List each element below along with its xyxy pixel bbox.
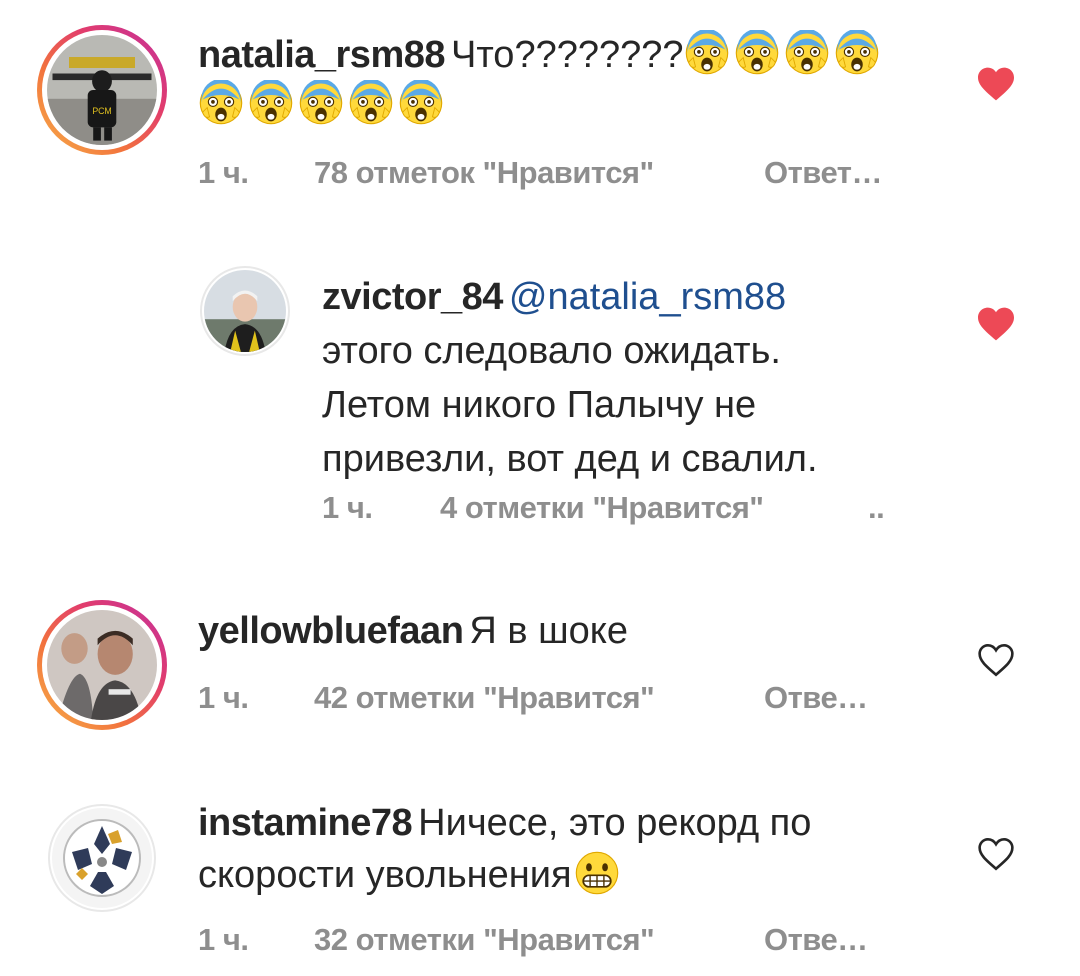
timestamp: 1 ч.	[322, 490, 373, 525]
comment-meta: 1 ч. 32 отметки "Нравится" Отве…	[198, 922, 938, 962]
fearful-scream-emoji	[684, 30, 730, 76]
comment-text: Что????????	[451, 34, 684, 76]
reply-button[interactable]: Отве…	[764, 922, 868, 958]
avatar-natalia[interactable]: РСМ	[37, 25, 167, 155]
likes-count[interactable]: 42 отметки "Нравится"	[314, 680, 655, 716]
comment-body: natalia_rsm88 Что????????	[198, 30, 938, 130]
reply-button[interactable]: Ответ…	[764, 155, 882, 191]
avatar-zvictor[interactable]	[200, 266, 290, 356]
comment-meta: 1 ч. 4 отметки "Нравится" ..	[322, 490, 902, 530]
avatar-instamine[interactable]	[48, 804, 156, 912]
mention-link[interactable]: @natalia_rsm88	[509, 276, 786, 318]
timestamp: 1 ч.	[198, 155, 249, 190]
heart-outline-icon	[978, 643, 1014, 677]
likes-count[interactable]: 4 отметки "Нравится"	[440, 490, 764, 526]
heart-filled-icon	[978, 307, 1014, 341]
reply-button[interactable]: ..	[868, 490, 885, 526]
likes-count[interactable]: 78 отметок "Нравится"	[314, 155, 654, 191]
comment-text: скорости увольнения	[198, 854, 572, 896]
fearful-scream-emoji	[834, 30, 880, 76]
username[interactable]: natalia_rsm88	[198, 34, 446, 76]
fearful-scream-emoji	[198, 80, 244, 126]
username[interactable]: instamine78	[198, 802, 413, 844]
comment-text: Я в шоке	[469, 610, 628, 652]
timestamp: 1 ч.	[198, 922, 249, 957]
comment-line: Летом никого Палычу не	[322, 384, 757, 426]
username[interactable]: zvictor_84	[322, 276, 503, 318]
timestamp: 1 ч.	[198, 680, 249, 715]
comment-zvictor: zvictor_84 @natalia_rsm88 этого следовало…	[0, 250, 1080, 550]
comment-text: Ничесе, это рекорд по	[418, 802, 812, 844]
comment-meta: 1 ч. 42 отметки "Нравится" Отве…	[198, 680, 938, 720]
fearful-scream-emoji	[348, 80, 394, 126]
heart-filled-icon	[978, 67, 1014, 101]
profile-photo	[52, 808, 152, 908]
likes-count[interactable]: 32 отметки "Нравится"	[314, 922, 655, 958]
fearful-scream-emoji	[298, 80, 344, 126]
fearful-scream-emoji	[398, 80, 444, 126]
heart-outline-icon	[978, 837, 1014, 871]
profile-photo	[204, 270, 286, 352]
like-button[interactable]	[976, 642, 1016, 678]
avatar-yellowbluefaan[interactable]	[37, 600, 167, 730]
grimacing-face-emoji	[574, 850, 620, 896]
profile-photo	[47, 610, 157, 720]
username[interactable]: yellowbluefaan	[198, 610, 464, 652]
svg-text:РСМ: РСМ	[92, 106, 111, 116]
comment-yellowbluefaan: yellowbluefaan Я в шоке 1 ч. 42 отметки "…	[0, 590, 1080, 770]
comment-body: yellowbluefaan Я в шоке	[198, 606, 938, 656]
like-button[interactable]	[976, 306, 1016, 342]
reply-button[interactable]: Отве…	[764, 680, 868, 716]
comment-natalia: РСМ natalia_rsm88 Что???????? 1 ч. 78 отм…	[0, 0, 1080, 230]
comment-line: привезли, вот дед и свалил.	[322, 438, 818, 480]
comment-body: zvictor_84 @natalia_rsm88 этого следовало…	[322, 272, 942, 484]
fearful-scream-emoji	[784, 30, 830, 76]
comment-meta: 1 ч. 78 отметок "Нравится" Ответ…	[198, 155, 938, 195]
like-button[interactable]	[976, 66, 1016, 102]
comment-line: этого следовало ожидать.	[322, 330, 781, 372]
fearful-scream-emoji	[248, 80, 294, 126]
comment-body: instamine78 Ничесе, это рекорд по скорост…	[198, 798, 958, 900]
like-button[interactable]	[976, 836, 1016, 872]
fearful-scream-emoji	[734, 30, 780, 76]
comment-instamine: instamine78 Ничесе, это рекорд по скорост…	[0, 790, 1080, 976]
profile-photo: РСМ	[47, 35, 157, 145]
